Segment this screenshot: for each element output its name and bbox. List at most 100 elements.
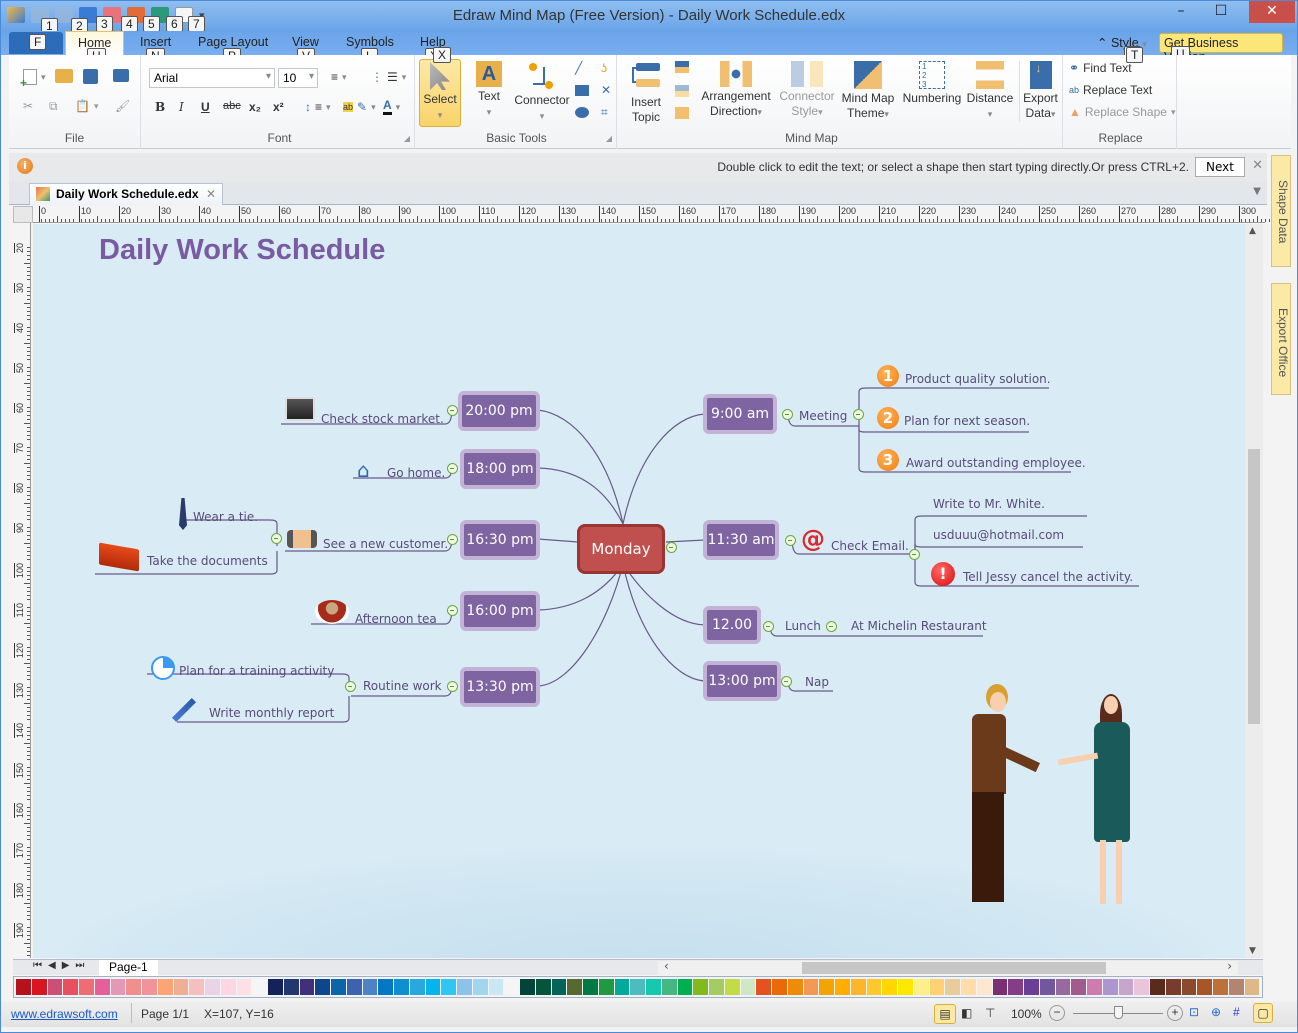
leaf-topic[interactable]: Go home.: [387, 466, 445, 480]
color-swatch[interactable]: [315, 979, 330, 995]
mind-map-theme-button[interactable]: Mind Map Theme▾: [839, 61, 897, 122]
bold-button[interactable]: B: [155, 100, 165, 114]
color-swatch[interactable]: [394, 979, 409, 995]
leaf-topic[interactable]: Product quality solution.: [905, 372, 1051, 386]
drawing-canvas[interactable]: Daily Work Schedule Monday 20:00 pm 18:0…: [33, 224, 1245, 958]
leaf-topic[interactable]: Tell Jessy cancel the activity.: [963, 570, 1133, 584]
color-swatch[interactable]: [709, 979, 724, 995]
collapse-ribbon-icon[interactable]: ⌃: [1097, 36, 1111, 50]
export-data-button[interactable]: ↓ Export Data▾: [1019, 61, 1061, 122]
color-swatch[interactable]: [157, 979, 173, 995]
minimize-button[interactable]: –: [1161, 1, 1201, 23]
color-swatch[interactable]: [787, 979, 803, 995]
replace-text-button[interactable]: ab Replace Text: [1069, 83, 1152, 97]
rectangle-shape-icon[interactable]: [575, 85, 589, 96]
tab-insert[interactable]: Insert: [140, 35, 171, 49]
color-swatch[interactable]: [976, 979, 992, 995]
color-swatch[interactable]: [252, 979, 267, 995]
horizontal-scrollbar[interactable]: ‹ ›: [658, 959, 1238, 975]
collapse-toggle[interactable]: [271, 533, 282, 544]
color-swatch[interactable]: [236, 979, 252, 995]
color-swatch[interactable]: [646, 979, 661, 995]
outline-view-icon[interactable]: ◧: [961, 1006, 972, 1020]
add-sibling-icon[interactable]: [675, 85, 689, 97]
line-spacing-icon[interactable]: ↕ ≡ ▾: [305, 100, 331, 114]
leaf-topic[interactable]: Wear a tie.: [193, 510, 258, 524]
horizontal-scrollbar-thumb[interactable]: [802, 962, 1106, 974]
color-swatch[interactable]: [740, 979, 756, 995]
color-swatch[interactable]: [614, 979, 630, 995]
bullet-list-icon[interactable]: ⋮ ☰ ▾: [371, 70, 406, 84]
color-swatch[interactable]: [1228, 979, 1244, 995]
color-swatch[interactable]: [520, 979, 535, 995]
paste-icon[interactable]: 📋 ▾: [75, 99, 98, 113]
color-swatch[interactable]: [630, 979, 645, 995]
font-size-select[interactable]: 10: [278, 68, 318, 88]
scroll-down-icon[interactable]: ▼: [1249, 946, 1256, 956]
leaf-topic[interactable]: Routine work: [363, 679, 442, 693]
color-swatch[interactable]: [693, 979, 708, 995]
color-swatch[interactable]: [913, 979, 929, 995]
color-swatch[interactable]: [1039, 979, 1055, 995]
collapse-toggle[interactable]: [447, 405, 458, 416]
color-swatch[interactable]: [756, 979, 771, 995]
color-swatch[interactable]: [110, 979, 126, 995]
collapse-toggle[interactable]: [345, 681, 356, 692]
color-swatch[interactable]: [1197, 979, 1212, 995]
topic-node[interactable]: 9:00 am: [703, 394, 777, 434]
leaf-topic[interactable]: Plan for a training activity: [179, 664, 334, 678]
presentation-view-icon[interactable]: ⊤: [985, 1006, 995, 1020]
add-subtopic-icon[interactable]: [675, 61, 689, 73]
color-swatch[interactable]: [31, 979, 47, 995]
page-tab[interactable]: Page-1: [99, 960, 158, 976]
next-button[interactable]: Next: [1195, 157, 1245, 177]
color-swatch[interactable]: [1071, 979, 1086, 995]
zoom-area-icon[interactable]: ⊕: [1211, 1005, 1221, 1019]
collapse-toggle[interactable]: [763, 621, 774, 632]
color-swatch[interactable]: [63, 979, 78, 995]
color-swatch[interactable]: [898, 979, 913, 995]
leaf-topic[interactable]: Meeting: [799, 409, 847, 423]
color-swatch[interactable]: [772, 979, 787, 995]
fit-page-icon[interactable]: ⊡: [1189, 1005, 1199, 1019]
format-painter-icon[interactable]: 🖌: [115, 99, 130, 113]
connection-point-icon[interactable]: ✕: [601, 83, 611, 97]
color-swatch[interactable]: [567, 979, 582, 995]
collapse-toggle[interactable]: [782, 409, 793, 420]
topic-node[interactable]: 13:00 pm: [703, 661, 781, 701]
shape-data-panel-tab[interactable]: Shape Data: [1271, 155, 1291, 267]
collapse-toggle[interactable]: [447, 605, 458, 616]
color-swatch[interactable]: [866, 979, 882, 995]
color-swatch[interactable]: [142, 979, 157, 995]
collapse-toggle[interactable]: [781, 676, 792, 687]
collapse-toggle[interactable]: [826, 621, 837, 632]
numbering-button[interactable]: 123 Numbering: [901, 61, 963, 106]
insert-topic-button[interactable]: Insert Topic: [625, 61, 667, 125]
topic-node[interactable]: 11:30 am: [703, 520, 779, 560]
scrollbar-thumb[interactable]: [1248, 449, 1260, 724]
color-swatch[interactable]: [551, 979, 567, 995]
color-swatch[interactable]: [268, 979, 283, 995]
color-swatch[interactable]: [1087, 979, 1102, 995]
color-swatch[interactable]: [1181, 979, 1197, 995]
color-swatch[interactable]: [1102, 979, 1118, 995]
page-view-icon[interactable]: ▤: [934, 1004, 956, 1024]
color-swatch[interactable]: [441, 979, 456, 995]
color-swatch[interactable]: [16, 979, 31, 995]
connector-style-button[interactable]: Connector Style▾: [777, 61, 837, 120]
color-swatch[interactable]: [346, 979, 362, 995]
swap-topic-icon[interactable]: [675, 107, 689, 119]
central-topic[interactable]: Monday: [577, 524, 665, 574]
color-swatch[interactable]: [299, 979, 315, 995]
tab-view[interactable]: View: [292, 35, 319, 49]
scroll-up-icon[interactable]: ▲: [1249, 226, 1256, 236]
color-swatch[interactable]: [535, 979, 551, 995]
font-color-icon[interactable]: A ▾: [383, 99, 400, 115]
color-swatch[interactable]: [173, 979, 189, 995]
leaf-topic[interactable]: At Michelin Restaurant: [851, 619, 987, 633]
strikethrough-button[interactable]: abc: [223, 100, 241, 112]
color-swatch[interactable]: [205, 979, 220, 995]
collapse-toggle[interactable]: [447, 681, 458, 692]
leaf-topic[interactable]: Afternoon tea: [355, 612, 437, 626]
scroll-left-icon[interactable]: ‹: [664, 959, 669, 973]
